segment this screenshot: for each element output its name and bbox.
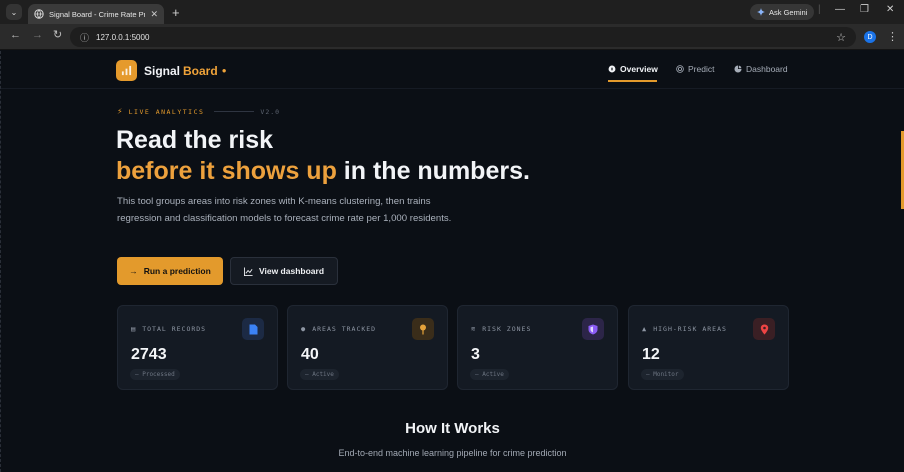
ask-gemini-button[interactable]: Ask Gemini [750, 4, 815, 20]
document-icon [242, 318, 264, 340]
how-it-works-title: How It Works [405, 420, 500, 437]
close-window-icon[interactable]: ✕ [886, 5, 894, 15]
browser-tab[interactable]: Signal Board - Crime Rate Predi ✕ [28, 4, 164, 24]
shield-icon [582, 318, 604, 340]
view-dashboard-button[interactable]: View dashboard [230, 257, 338, 285]
stat-label-row: ▲ HIGH-RISK AREAS [642, 325, 727, 333]
arrow-right-icon: → [129, 266, 138, 276]
nav-overview[interactable]: Overview [608, 64, 658, 74]
nav-predict[interactable]: Predict [676, 64, 714, 74]
stat-card-areas-tracked: ● AREAS TRACKED 40 — Active [287, 305, 448, 390]
reload-icon[interactable]: ↻ [53, 30, 62, 41]
page-viewport: Signal Board ● Overview Predict Dashboard [0, 51, 904, 472]
stat-label: TOTAL RECORDS [142, 325, 207, 333]
stat-card-total-records: ▤ TOTAL RECORDS 2743 — Processed [117, 305, 278, 390]
compass-icon [608, 65, 616, 73]
stat-label-row: ● AREAS TRACKED [301, 325, 376, 333]
stat-label: HIGH-RISK AREAS [653, 325, 727, 333]
logo-text[interactable]: Signal Board ● [144, 64, 227, 78]
stat-label: RISK ZONES [482, 325, 532, 333]
location-icon [753, 318, 775, 340]
profile-avatar[interactable]: D [864, 31, 876, 43]
pin-icon [412, 318, 434, 340]
bookmark-star-icon[interactable]: ☆ [836, 31, 846, 44]
nav-overview-label: Overview [620, 64, 658, 74]
line-chart-icon [243, 266, 253, 276]
stat-value: 40 [301, 346, 319, 363]
tab-title: Signal Board - Crime Rate Predi [49, 9, 146, 19]
warning-icon: ▲ [642, 325, 648, 333]
live-badge: ⚡ LIVE ANALYTICS V2.0 [117, 107, 280, 116]
stat-card-risk-zones: ≋ RISK ZONES 3 — Active [457, 305, 618, 390]
layers-icon: ≋ [471, 325, 477, 333]
stat-label: AREAS TRACKED [312, 325, 377, 333]
back-icon[interactable]: ← [10, 30, 21, 41]
hero-title: Read the risk before it shows up in the … [116, 125, 530, 187]
browser-tab-bar: ⌄ Signal Board - Crime Rate Predi ✕ + As… [0, 0, 904, 24]
logo-word-signal: Signal [144, 64, 181, 78]
tab-search-button[interactable]: ⌄ [6, 4, 22, 20]
badge-divider [214, 111, 255, 112]
divider: | [818, 4, 821, 15]
restore-icon[interactable]: ❐ [860, 5, 869, 15]
active-nav-underline [608, 80, 657, 82]
minimize-icon[interactable]: — [835, 5, 845, 15]
hero-description: This tool groups areas into risk zones w… [117, 196, 452, 224]
address-bar[interactable]: ⓘ 127.0.0.1:5000 ☆ [70, 27, 856, 47]
url-text[interactable]: 127.0.0.1:5000 [96, 33, 829, 42]
logo-dot-icon: ● [221, 66, 227, 75]
stat-label-row: ≋ RISK ZONES [471, 325, 531, 333]
globe-icon [34, 9, 44, 19]
run-prediction-label: Run a prediction [143, 266, 211, 276]
pie-chart-icon [734, 65, 742, 73]
map-pin-icon: ● [301, 325, 307, 333]
logo-word-board: Board [183, 64, 218, 78]
lightning-icon: ⚡ [117, 107, 123, 116]
badge-label: LIVE ANALYTICS [128, 107, 205, 116]
view-dashboard-label: View dashboard [258, 266, 325, 276]
hero-title-line2: before it shows up in the numbers. [116, 156, 530, 187]
stat-label-row: ▤ TOTAL RECORDS [131, 325, 206, 333]
logo-mark[interactable] [116, 60, 137, 81]
stat-chip: — Active [470, 369, 509, 380]
nav-predict-label: Predict [688, 64, 715, 74]
signal-icon [121, 65, 132, 76]
stat-value: 2743 [131, 346, 167, 363]
browser-toolbar: ← → ↻ ⓘ 127.0.0.1:5000 ☆ [0, 24, 904, 50]
stat-chip: — Monitor [641, 369, 684, 380]
database-icon: ▤ [131, 325, 137, 333]
stat-chip: — Processed [130, 369, 180, 380]
hero-title-accent: before it shows up [116, 157, 337, 185]
how-it-works-subtitle: End-to-end machine learning pipeline for… [338, 448, 567, 458]
close-tab-icon[interactable]: ✕ [150, 9, 158, 19]
forward-icon[interactable]: → [32, 30, 43, 41]
target-icon [676, 65, 684, 73]
hero-title-rest: in the numbers. [336, 157, 530, 185]
nav-dashboard-label: Dashboard [746, 64, 788, 74]
run-prediction-button[interactable]: → Run a prediction [117, 257, 223, 285]
nav-dashboard[interactable]: Dashboard [734, 64, 788, 74]
ask-gemini-label: Ask Gemini [769, 7, 808, 17]
gemini-icon [757, 8, 765, 16]
stat-value: 3 [471, 346, 480, 363]
site-header: Signal Board ● Overview Predict Dashboard [1, 51, 904, 89]
stat-card-high-risk-areas: ▲ HIGH-RISK AREAS 12 — Monitor [628, 305, 789, 390]
hero-title-line1: Read the risk [116, 126, 274, 154]
version-label: V2.0 [260, 107, 281, 116]
browser-menu-icon[interactable]: ⋮ [887, 30, 898, 43]
site-info-icon[interactable]: ⓘ [80, 31, 89, 44]
stat-chip: — Active [300, 369, 339, 380]
stat-value: 12 [642, 346, 660, 363]
new-tab-button[interactable]: + [172, 6, 180, 19]
